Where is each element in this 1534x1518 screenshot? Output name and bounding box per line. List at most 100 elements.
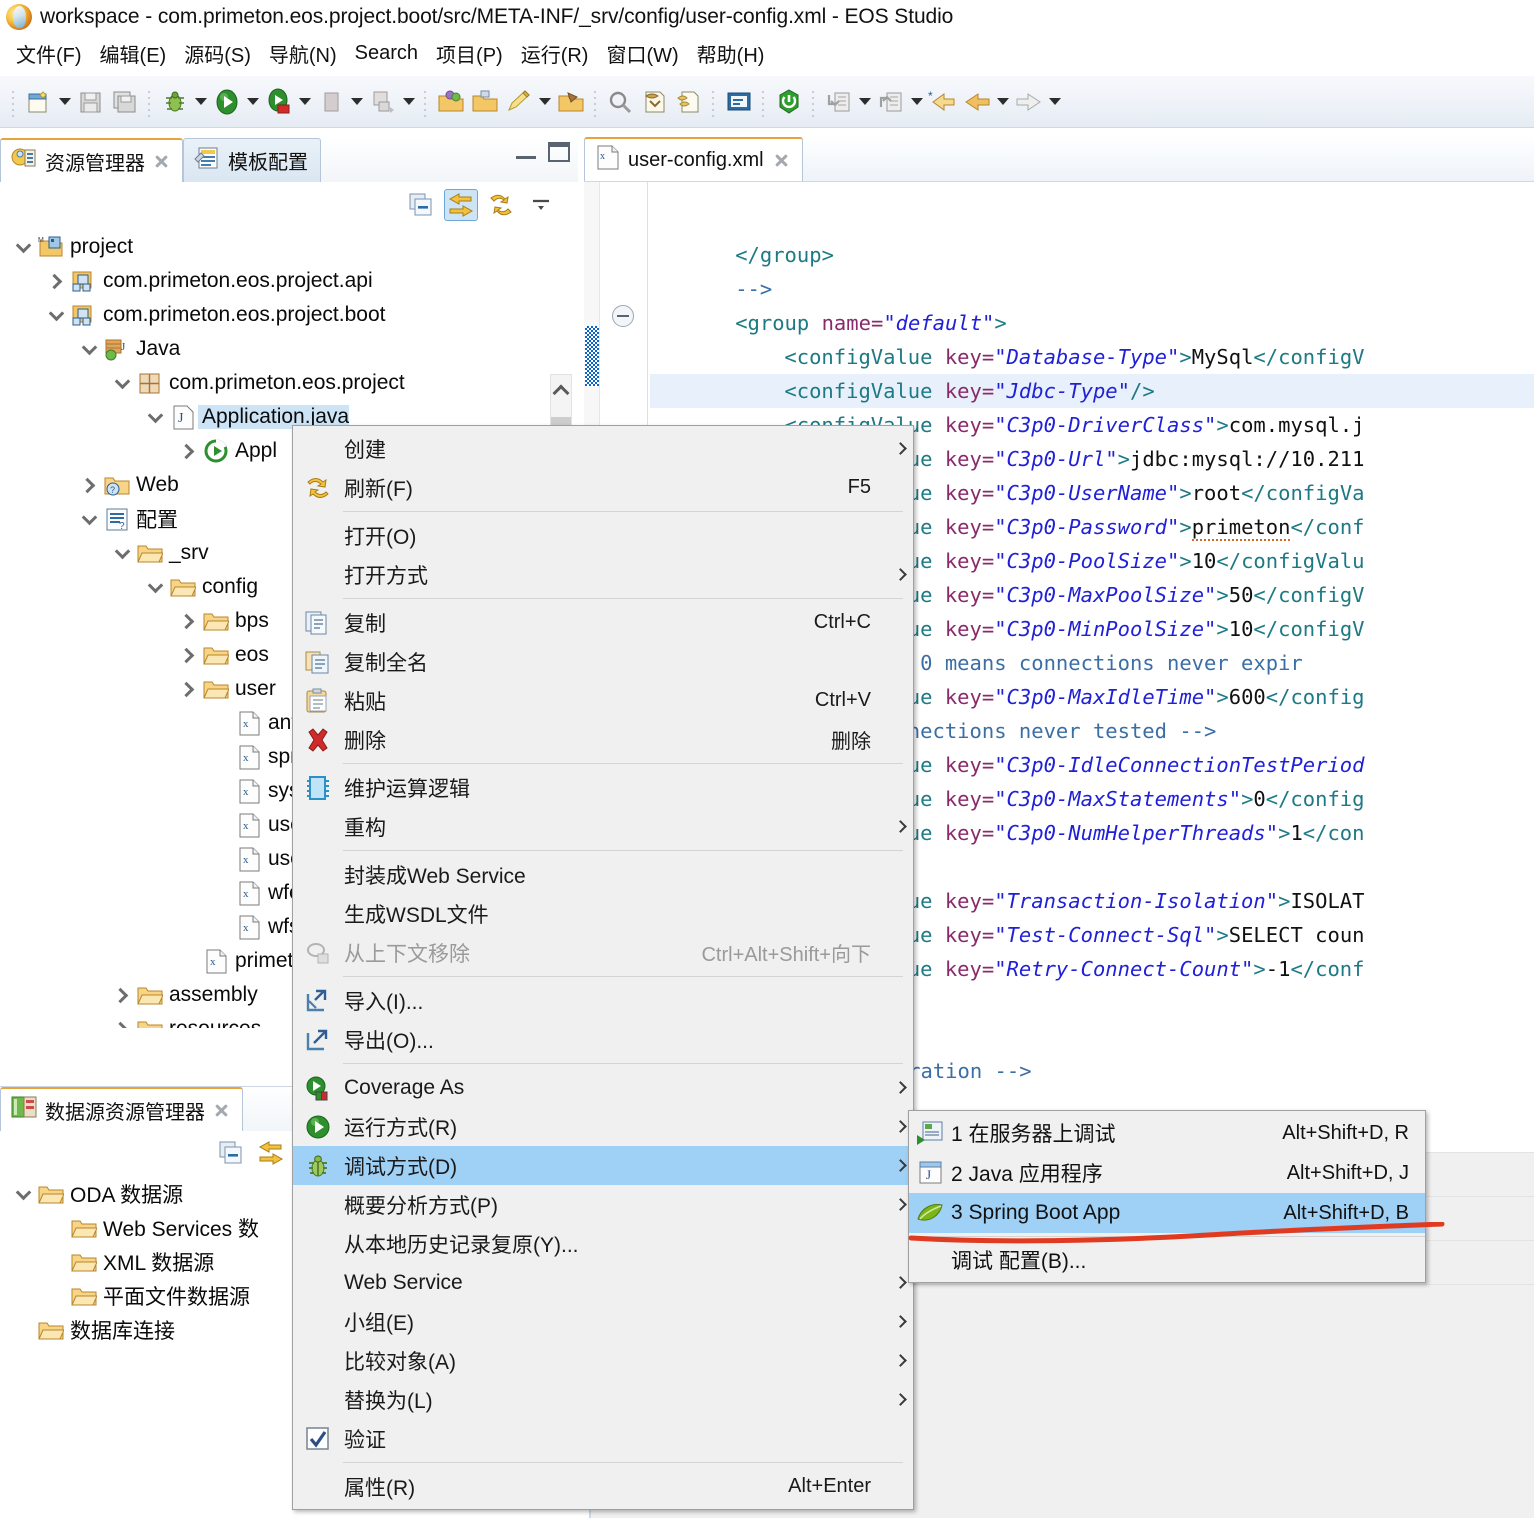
link-with-editor-icon[interactable]	[254, 1137, 288, 1169]
toolbar-grip-3[interactable]	[422, 87, 430, 117]
new-folder-icon[interactable]	[468, 85, 502, 119]
terminate-dropdown-icon[interactable]	[348, 85, 366, 119]
menu-help[interactable]: 帮助(H)	[689, 37, 773, 70]
import-icon[interactable]	[822, 85, 856, 119]
menu-navigate[interactable]: 导航(N)	[261, 37, 345, 70]
context-menu[interactable]: 创建刷新(F)F5打开(O)打开方式复制Ctrl+C复制全名粘贴Ctrl+V删除…	[292, 425, 914, 1510]
search-icon[interactable]	[604, 85, 638, 119]
toolbar-grip-4[interactable]	[592, 87, 600, 117]
context-menu-item-[interactable]: 维护运算逻辑	[293, 768, 913, 807]
context-menu-item-e[interactable]: 小组(E)	[293, 1302, 913, 1341]
link-icon[interactable]	[672, 85, 706, 119]
menu-project[interactable]: 项目(P)	[428, 37, 511, 70]
context-menu-item-[interactable]: 验证	[293, 1419, 913, 1458]
context-menu-item-l[interactable]: 替换为(L)	[293, 1380, 913, 1419]
view-menu-icon[interactable]	[524, 189, 558, 221]
coverage-icon[interactable]	[262, 85, 296, 119]
back-dropdown-icon[interactable]	[994, 85, 1012, 119]
chevron-down-icon[interactable]	[43, 312, 69, 319]
code-line[interactable]: <configValue key="Database-Type">MySql</…	[650, 340, 1534, 374]
import-dropdown-icon[interactable]	[856, 85, 874, 119]
run-dropdown-icon[interactable]	[244, 85, 262, 119]
code-line[interactable]: <group name="default">	[650, 306, 1534, 340]
toolbar-grip-6[interactable]	[760, 87, 768, 117]
debug-as-submenu[interactable]: 1 在服务器上调试Alt+Shift+D, RJ2 Java 应用程序Alt+S…	[908, 1110, 1426, 1283]
tree-item-com-primeton-eos-project-boot[interactable]: com.primeton.eos.project.boot	[0, 298, 578, 332]
menu-edit[interactable]: 编辑(E)	[92, 37, 175, 70]
toolbar-grip-2[interactable]	[146, 87, 154, 117]
tab-template-config[interactable]: 模板配置	[183, 138, 321, 182]
menu-window[interactable]: 窗口(W)	[598, 37, 686, 70]
context-menu-item-o[interactable]: 导出(O)...	[293, 1020, 913, 1059]
save-icon[interactable]	[74, 85, 108, 119]
toolbar-grip-5[interactable]	[710, 87, 718, 117]
edit-pencil-icon[interactable]	[502, 85, 536, 119]
context-menu-item-[interactable]: 重构	[293, 807, 913, 846]
chevron-right-icon[interactable]	[175, 684, 201, 695]
menu-file[interactable]: 文件(F)	[8, 37, 90, 70]
context-menu-item-r[interactable]: 属性(R)Alt+Enter	[293, 1467, 913, 1506]
edit-dropdown-icon[interactable]	[536, 85, 554, 119]
open-package-icon[interactable]	[554, 85, 588, 119]
debug-icon[interactable]	[158, 85, 192, 119]
submenu-item-2-java[interactable]: J2 Java 应用程序Alt+Shift+D, J	[909, 1153, 1425, 1193]
submenu-item-1[interactable]: 1 在服务器上调试Alt+Shift+D, R	[909, 1113, 1425, 1153]
chevron-right-icon[interactable]	[109, 990, 135, 1001]
context-menu-item-y[interactable]: 从本地历史记录复原(Y)...	[293, 1224, 913, 1263]
export-dropdown-icon[interactable]	[908, 85, 926, 119]
code-line[interactable]: -->	[650, 272, 1534, 306]
context-menu-item-coverage-as[interactable]: Coverage As	[293, 1068, 913, 1107]
save-all-icon[interactable]	[108, 85, 142, 119]
link-with-editor-icon[interactable]	[444, 189, 478, 221]
close-icon[interactable]	[213, 1102, 230, 1119]
chevron-down-icon[interactable]	[142, 584, 168, 591]
tree-item-com-primeton-eos-project[interactable]: com.primeton.eos.project	[0, 366, 578, 400]
chevron-right-icon[interactable]	[76, 480, 102, 491]
tab-datasource-explorer[interactable]: 数据源资源管理器	[0, 1087, 243, 1131]
context-menu-item-[interactable]: 粘贴Ctrl+V	[293, 681, 913, 720]
submenu-item-b[interactable]: 调试 配置(B)...	[909, 1240, 1425, 1280]
debug-dropdown-icon[interactable]	[192, 85, 210, 119]
menu-search[interactable]: Search	[347, 40, 426, 67]
collapse-all-icon[interactable]	[404, 189, 438, 221]
close-icon[interactable]	[773, 152, 790, 169]
chevron-right-icon[interactable]	[175, 650, 201, 661]
submenu-item-3-spring-boot-app[interactable]: 3 Spring Boot AppAlt+Shift+D, B	[909, 1193, 1425, 1233]
menu-source[interactable]: 源码(S)	[176, 37, 259, 70]
chevron-down-icon[interactable]	[76, 516, 102, 523]
new-wizard-icon[interactable]	[22, 85, 56, 119]
context-menu-item-r[interactable]: 运行方式(R)	[293, 1107, 913, 1146]
forward-icon[interactable]	[1012, 85, 1046, 119]
chevron-down-icon[interactable]	[109, 380, 135, 387]
spring-boot-power-icon[interactable]	[772, 85, 806, 119]
back-icon[interactable]	[960, 85, 994, 119]
context-menu-item-[interactable]: 删除删除	[293, 720, 913, 759]
context-menu-item-i[interactable]: 导入(I)...	[293, 981, 913, 1020]
context-menu-item-[interactable]: 复制全名	[293, 642, 913, 681]
open-folder-icon[interactable]	[434, 85, 468, 119]
context-menu-item-[interactable]: 打开方式	[293, 555, 913, 594]
context-menu-item-p[interactable]: 概要分析方式(P)	[293, 1185, 913, 1224]
code-line[interactable]: <configValue key="Jdbc-Type"/>	[650, 374, 1534, 408]
chevron-down-icon[interactable]	[76, 346, 102, 353]
back-star-icon[interactable]: *	[926, 85, 960, 119]
context-menu-item-f[interactable]: 刷新(F)F5	[293, 468, 913, 507]
close-icon[interactable]	[153, 153, 170, 170]
code-line[interactable]: </group>	[650, 238, 1534, 272]
collapse-all-icon[interactable]	[214, 1137, 248, 1169]
chevron-down-icon[interactable]	[109, 550, 135, 557]
chevron-down-icon[interactable]	[10, 1191, 36, 1198]
context-menu-item-a[interactable]: 比较对象(A)	[293, 1341, 913, 1380]
chevron-right-icon[interactable]	[43, 276, 69, 287]
tree-item-com-primeton-eos-project-api[interactable]: com.primeton.eos.project.api	[0, 264, 578, 298]
refresh-sync-icon[interactable]	[484, 189, 518, 221]
chevron-right-icon[interactable]	[109, 1024, 135, 1029]
console-icon[interactable]	[722, 85, 756, 119]
context-menu-item-d[interactable]: 调试方式(D)	[293, 1146, 913, 1185]
context-menu-item-web-service[interactable]: Web Service	[293, 1263, 913, 1302]
scroll-up-icon[interactable]	[553, 385, 570, 402]
new-java-class-icon[interactable]	[366, 85, 400, 119]
new-java-class-dropdown-icon[interactable]	[400, 85, 418, 119]
menu-run[interactable]: 运行(R)	[513, 37, 597, 70]
terminate-icon[interactable]	[314, 85, 348, 119]
